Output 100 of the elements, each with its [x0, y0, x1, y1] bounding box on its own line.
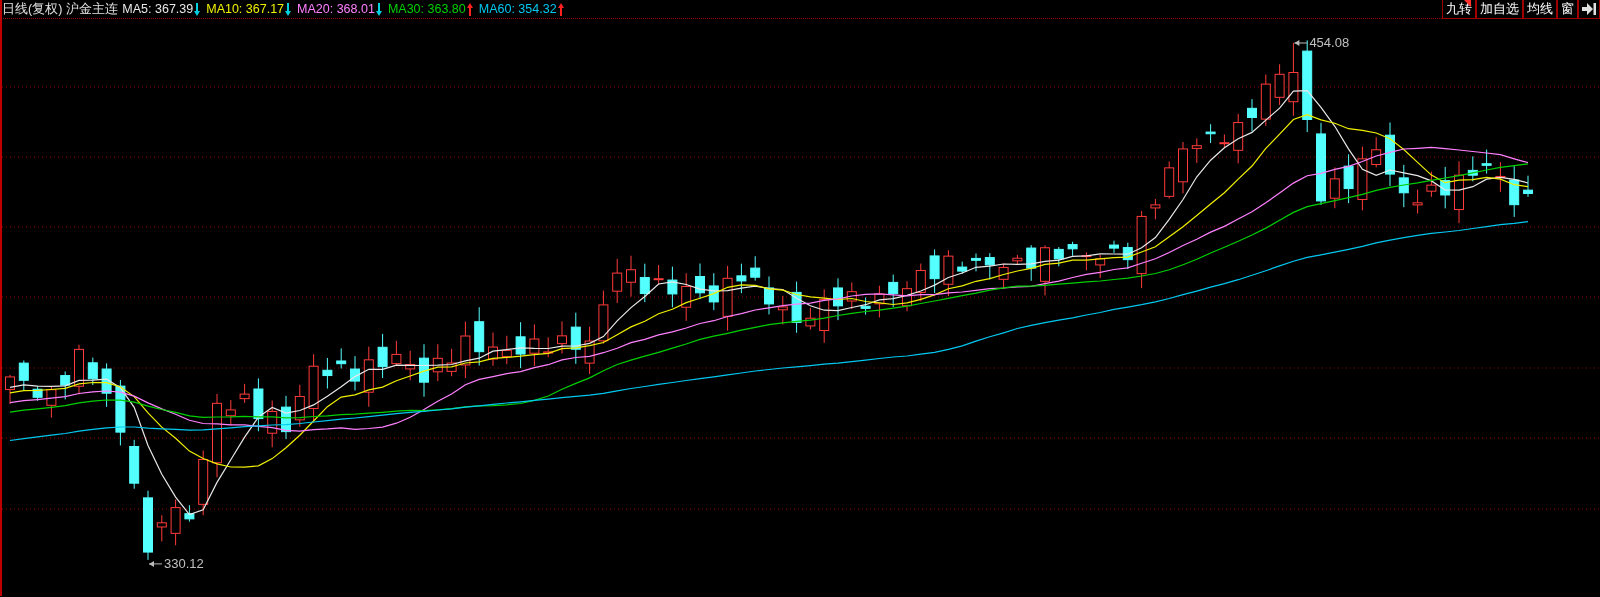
candlestick [805, 307, 816, 330]
candlestick [874, 285, 885, 318]
candlestick [598, 290, 609, 345]
candlestick [1122, 242, 1133, 270]
candlestick [1109, 240, 1119, 254]
collapse-button[interactable] [1578, 0, 1600, 19]
toolbar-button[interactable]: 均线 [1523, 0, 1557, 19]
candlestick [488, 332, 498, 367]
candlestick [405, 350, 416, 381]
candlestick [322, 357, 333, 390]
candlestick [253, 377, 264, 432]
candlestick [971, 253, 981, 272]
candlestick [350, 355, 360, 391]
candlestick [60, 370, 71, 400]
candlestick [1178, 141, 1188, 194]
candlestick [198, 450, 209, 516]
candlestick [308, 353, 319, 423]
ma-value: MA60: 354.32 [478, 1, 557, 18]
ma-value: MA10: 367.17 [206, 1, 285, 18]
candlestick [377, 333, 388, 379]
toolbar-button[interactable]: 加自选 [1476, 0, 1523, 19]
candlestick [695, 263, 705, 300]
candlestick [1205, 123, 1216, 144]
candlestick [819, 288, 830, 344]
candlestick [1385, 121, 1395, 187]
candlestick [18, 360, 29, 392]
candlestick [1233, 113, 1244, 164]
candlestick [46, 385, 57, 419]
candlestick [32, 385, 43, 402]
candlestick [1481, 149, 1492, 175]
symbol-name: 沪金主连 [66, 1, 119, 18]
candlestick [1274, 63, 1285, 106]
candlestick [156, 514, 167, 542]
candlestick [957, 261, 968, 275]
candlestick [1509, 165, 1520, 218]
period-label: 日线(复权) [2, 1, 63, 18]
candlestick [1329, 166, 1340, 209]
toolbar-button[interactable]: 九转 [1442, 0, 1476, 19]
candlestick [1495, 161, 1506, 193]
candlestick [667, 266, 678, 308]
candlestick [1357, 146, 1368, 211]
candlestick [1150, 198, 1161, 220]
ma-value: MA30: 363.80 [387, 1, 466, 18]
candlestick [115, 379, 126, 446]
candlestick [336, 347, 347, 369]
candlestick [446, 348, 457, 377]
candlestick [391, 340, 402, 367]
candlestick [1398, 164, 1409, 208]
candlestick [1440, 166, 1451, 209]
candlestick [501, 335, 512, 365]
candlestick [1095, 254, 1106, 279]
candlestick [225, 399, 236, 427]
candlestick [529, 323, 540, 367]
candlestick [74, 344, 84, 395]
candlestick [777, 295, 788, 325]
candlestick [543, 336, 554, 358]
arrow-to-bar-icon [1582, 3, 1596, 15]
candlestick [888, 274, 899, 308]
candlestick [1247, 98, 1257, 132]
candlestick [184, 504, 195, 523]
candlestick [1053, 246, 1064, 267]
candlestick [281, 395, 291, 440]
candlestick [101, 362, 112, 408]
candlestick [612, 258, 623, 304]
candlestick [860, 297, 871, 316]
candlestick [998, 263, 1009, 290]
candlestick [294, 384, 305, 428]
candlestick [750, 255, 761, 282]
candlestick [515, 321, 526, 369]
candlestick [460, 321, 471, 379]
candlestick [570, 312, 581, 365]
candlestick [87, 357, 98, 386]
candlestick [1040, 244, 1050, 296]
low-price-label: 330.12 [164, 555, 204, 571]
candlestick [833, 277, 843, 321]
candlestick [722, 265, 733, 332]
toolbar-button[interactable]: 窗 [1557, 0, 1578, 19]
candlestick [902, 280, 912, 312]
candlestick [1012, 254, 1023, 266]
candlestick [5, 374, 15, 405]
candlestick [708, 272, 719, 311]
candlestick [1164, 160, 1175, 200]
candlestick [239, 383, 250, 404]
candlestick [1371, 136, 1382, 168]
candlestick [736, 263, 747, 294]
candlestick [1454, 160, 1464, 224]
high-price-label: 454.08 [1309, 35, 1350, 50]
candlestick [584, 326, 595, 375]
candlestick [432, 343, 443, 382]
candlestick [846, 282, 857, 310]
candlestick [1191, 137, 1202, 164]
candlestick [764, 275, 774, 315]
ma-value: MA5: 367.39 [122, 1, 194, 18]
candlestick [1067, 241, 1078, 257]
candlestick [929, 249, 940, 294]
candlestick [1219, 133, 1230, 149]
candlestick [1026, 244, 1037, 282]
ma-value: MA20: 368.01 [297, 1, 375, 18]
candlestick [791, 281, 802, 334]
candlestick [1467, 155, 1478, 182]
